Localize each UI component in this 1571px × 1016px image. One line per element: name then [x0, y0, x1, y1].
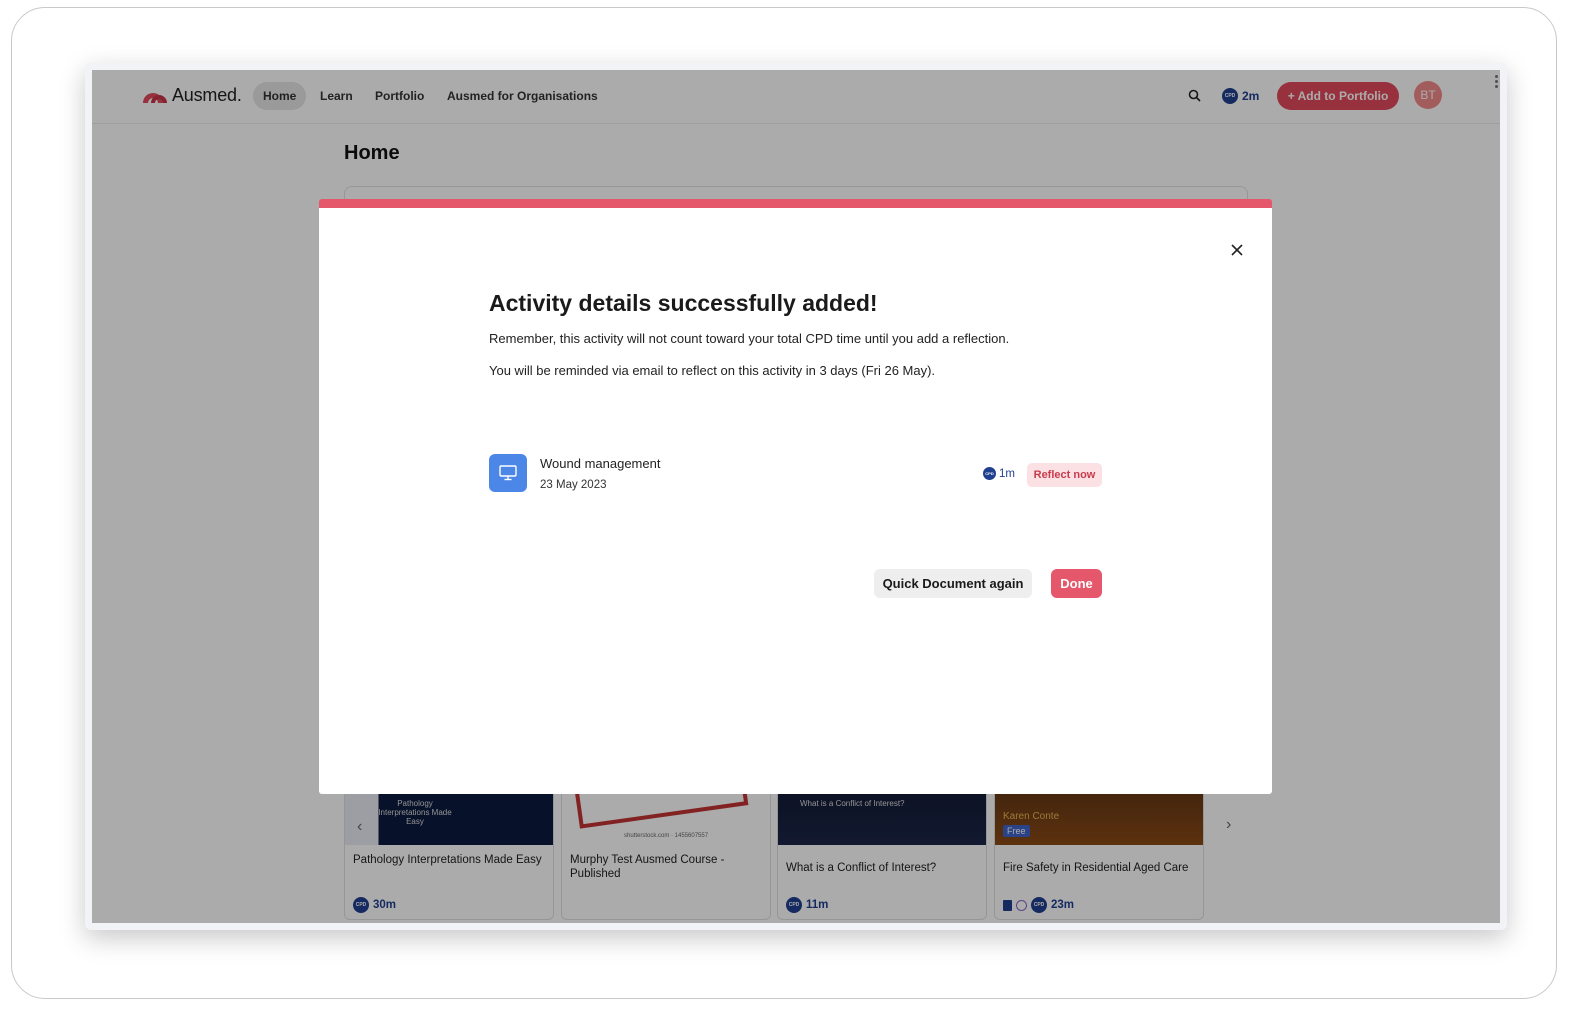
done-button[interactable]: Done — [1051, 569, 1102, 598]
monitor-icon — [489, 454, 527, 492]
modal-message-reflection: Remember, this activity will not count t… — [489, 331, 1010, 346]
activity-cpd-time: 1m — [999, 467, 1015, 480]
device-frame: Ausmed. Home Learn Portfolio Ausmed for … — [11, 7, 1557, 999]
activity-success-modal: Activity details successfully added! Rem… — [319, 199, 1272, 794]
quick-document-again-button[interactable]: Quick Document again — [874, 569, 1032, 598]
cpd-badge-icon: CPD — [983, 467, 996, 480]
activity-item: Wound management 23 May 2023 CPD 1m Refl… — [489, 454, 1102, 494]
modal-message-reminder: You will be reminded via email to reflec… — [489, 363, 936, 378]
reflect-now-button[interactable]: Reflect now — [1027, 463, 1102, 487]
activity-date: 23 May 2023 — [540, 479, 607, 491]
browser-window: Ausmed. Home Learn Portfolio Ausmed for … — [85, 63, 1507, 930]
close-icon[interactable] — [1225, 238, 1249, 262]
activity-name: Wound management — [540, 456, 661, 471]
modal-title: Activity details successfully added! — [489, 290, 878, 316]
app-screen: Ausmed. Home Learn Portfolio Ausmed for … — [92, 70, 1500, 923]
activity-cpd: CPD 1m — [983, 467, 1015, 480]
